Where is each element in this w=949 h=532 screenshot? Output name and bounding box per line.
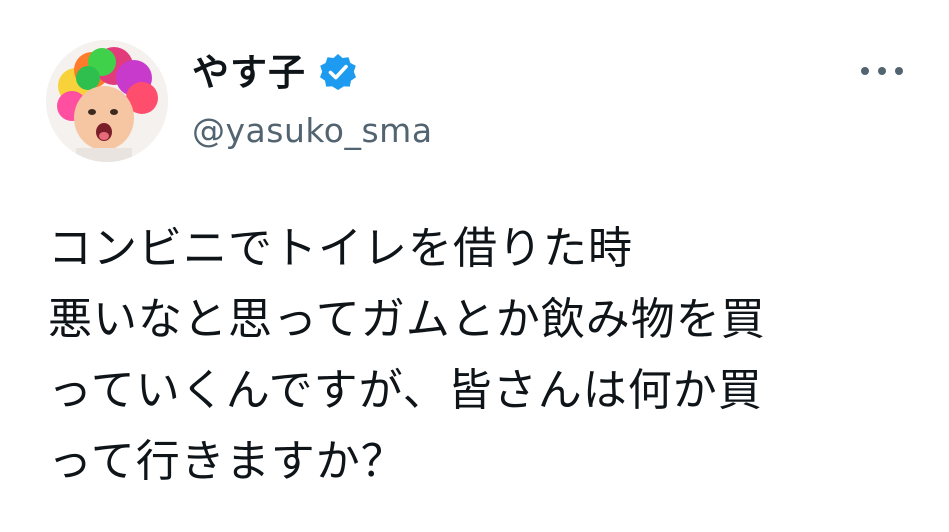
tweet-text-line: 悪いなと思ってガムとか飲み物を買 xyxy=(48,294,766,345)
author-name-row: やす子 xyxy=(192,44,358,100)
verified-badge-icon xyxy=(318,52,358,92)
avatar-image xyxy=(46,40,168,162)
more-options-button[interactable] xyxy=(858,58,906,84)
author-avatar[interactable] xyxy=(46,40,168,162)
tweet-text-line: コンビニでトイレを借りた時 xyxy=(48,223,633,274)
tweet-text: コンビニでトイレを借りた時 悪いなと思ってガムとか飲み物を買 っていくんですが、… xyxy=(48,213,928,497)
tweet-text-line: って行きますか？ xyxy=(48,436,406,487)
author-handle[interactable]: @yasuko_sma xyxy=(192,114,433,147)
author-display-name[interactable]: やす子 xyxy=(192,54,306,91)
tweet-text-line: っていくんですが、皆さんは何か買 xyxy=(48,365,763,416)
more-options-icon xyxy=(861,67,903,75)
tweet-card: やす子 @yasuko_sma コンビニでトイレを借りた時 悪いなと思ってガムと… xyxy=(0,0,949,532)
